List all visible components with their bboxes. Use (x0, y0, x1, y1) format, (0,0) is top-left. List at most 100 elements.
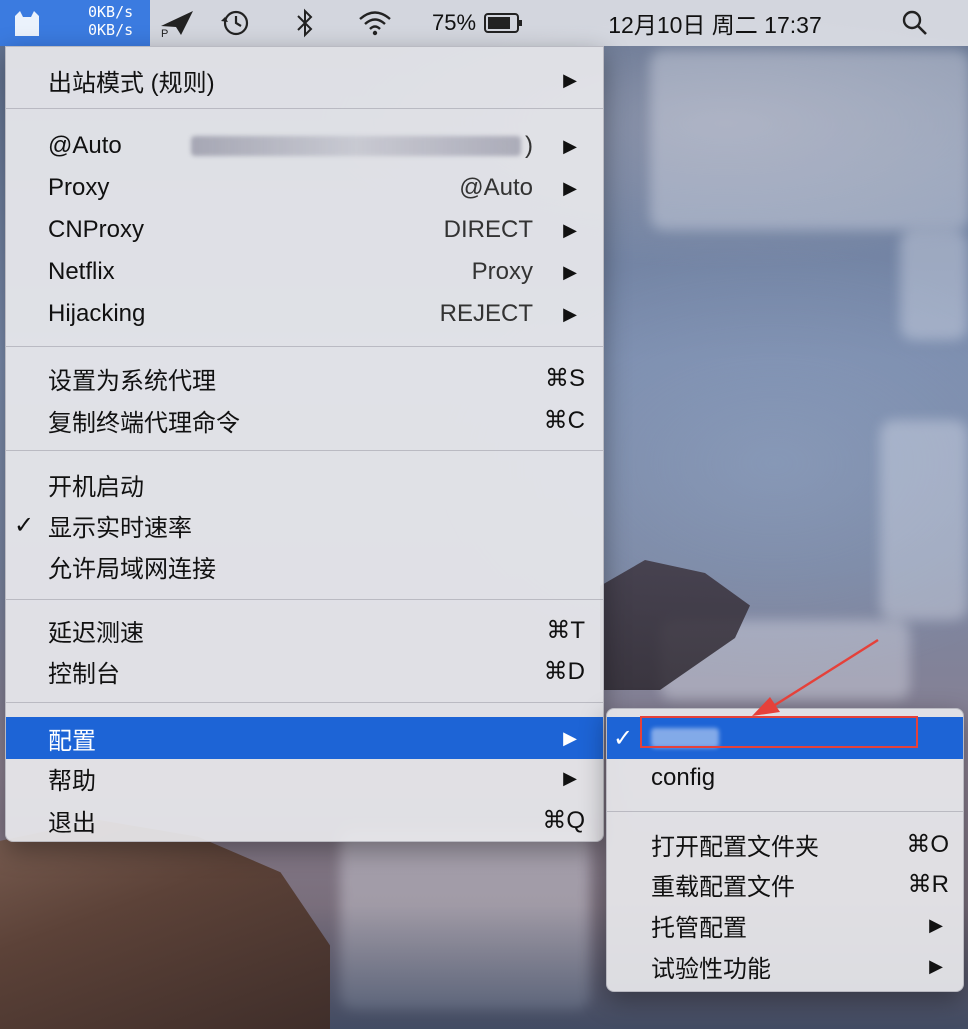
menu-separator (6, 346, 603, 347)
menu-item-group-hijacking[interactable]: Hijacking REJECT ▶ (6, 293, 603, 335)
download-speed: 0KB/s (88, 21, 134, 39)
group-selected-value: ) (191, 132, 533, 160)
menu-item-label: @Auto (48, 132, 122, 159)
menu-shortcut: ⌘S (544, 364, 585, 392)
menu-item-label: 延迟测速 (48, 619, 144, 647)
menu-shortcut: ⌘Q (542, 806, 585, 834)
clock[interactable]: 12月10日 周二 17:37 (560, 0, 870, 46)
menu-item-dashboard[interactable]: 控制台 ⌘D (6, 650, 603, 692)
battery-percent: 75% (431, 10, 477, 35)
clashx-menu: 出站模式 (规则) ▶ @Auto ) ▶ Proxy @Auto ▶ CNPr… (5, 46, 604, 842)
menu-item-label: 设置为系统代理 (48, 367, 216, 395)
menu-item-label: 出站模式 (规则) (48, 69, 215, 97)
group-selected-value: Proxy (471, 258, 533, 285)
submenu-arrow-icon: ▶ (929, 955, 943, 976)
menu-item-label: config (651, 764, 716, 791)
menu-item-label: Hijacking (48, 300, 146, 327)
background-window-blur (900, 230, 968, 340)
menu-item-group-cnproxy[interactable]: CNProxy DIRECT ▶ (6, 209, 603, 251)
menu-shortcut: ⌘O (906, 830, 949, 858)
menu-item-label: 退出 (48, 809, 96, 837)
menu-item-label: 试验性功能 (651, 955, 771, 983)
menu-item-label: CNProxy (48, 216, 145, 243)
menu-shortcut: ⌘D (543, 657, 585, 685)
wifi-status-item[interactable] (350, 0, 400, 46)
menu-item-label: 复制终端代理命令 (48, 409, 240, 437)
background-window-blur (880, 420, 968, 620)
spotlight-status-item[interactable] (890, 0, 940, 46)
menu-item-label: 帮助 (48, 767, 96, 795)
menu-separator (6, 450, 603, 451)
menu-item-show-speed[interactable]: ✓ 显示实时速率 (6, 504, 603, 546)
menu-shortcut: ⌘T (546, 616, 585, 644)
group-selected-value: DIRECT (443, 216, 533, 243)
submenu-item-config[interactable]: config (607, 757, 963, 799)
submenu-arrow-icon: ▶ (563, 69, 577, 90)
menu-item-label: 显示实时速率 (48, 514, 192, 542)
battery-status-item[interactable]: 75% (418, 0, 538, 46)
menu-item-copy-terminal-command[interactable]: 复制终端代理命令 ⌘C (6, 399, 603, 441)
submenu-arrow-icon: ▶ (563, 219, 577, 240)
menu-item-latency-test[interactable]: 延迟测速 ⌘T (6, 609, 603, 651)
clashx-cat-icon (15, 11, 39, 36)
submenu-arrow-icon: ▶ (563, 303, 577, 324)
auto-value-suffix: ) (525, 132, 533, 159)
submenu-item-open-config-folder[interactable]: 打开配置文件夹 ⌘O (607, 823, 963, 865)
menu-item-label: 控制台 (48, 660, 120, 688)
menu-separator (6, 599, 603, 600)
menu-item-quit[interactable]: 退出 ⌘Q (6, 799, 603, 841)
paper-plane-status-item[interactable]: P (152, 0, 202, 46)
time-machine-icon (221, 10, 249, 36)
menu-item-label: 打开配置文件夹 (651, 833, 819, 861)
time-machine-status-item[interactable] (215, 0, 255, 46)
submenu-arrow-icon: ▶ (563, 727, 577, 748)
group-selected-value: REJECT (439, 300, 533, 327)
paper-plane-icon: P (161, 11, 193, 38)
submenu-arrow-icon: ▶ (563, 135, 577, 156)
menu-item-set-system-proxy[interactable]: 设置为系统代理 ⌘S (6, 357, 603, 399)
annotation-highlight-box (640, 716, 918, 748)
checkmark-icon: ✓ (14, 511, 35, 539)
battery-icon (484, 13, 523, 33)
submenu-arrow-icon: ▶ (563, 767, 577, 788)
menu-item-group-proxy[interactable]: Proxy @Auto ▶ (6, 167, 603, 209)
checkmark-icon: ✓ (613, 724, 634, 752)
menu-item-label: 允许局域网连接 (48, 555, 216, 583)
search-icon (902, 10, 927, 35)
menu-shortcut: ⌘R (907, 870, 949, 898)
menu-separator (6, 108, 603, 109)
submenu-item-experimental[interactable]: 试验性功能 ▶ (607, 945, 963, 987)
submenu-arrow-icon: ▶ (563, 261, 577, 282)
group-selected-value: @Auto (459, 174, 533, 201)
menu-item-config[interactable]: 配置 ▶ (6, 717, 603, 759)
submenu-item-reload-config[interactable]: 重载配置文件 ⌘R (607, 863, 963, 905)
menu-item-start-at-login[interactable]: 开机启动 (6, 463, 603, 505)
svg-text:P: P (161, 28, 168, 38)
menu-separator (6, 702, 603, 703)
menu-item-outbound-mode[interactable]: 出站模式 (规则) ▶ (6, 59, 603, 101)
menu-shortcut: ⌘C (543, 406, 585, 434)
menu-item-allow-lan[interactable]: 允许局域网连接 (6, 545, 603, 587)
background-window-blur (650, 50, 968, 230)
config-submenu: ✓ config 打开配置文件夹 ⌘O 重载配置文件 ⌘R 托管配置 ▶ 试验性… (606, 708, 964, 992)
bluetooth-status-item[interactable] (285, 0, 325, 46)
wifi-icon (359, 11, 391, 36)
menu-item-label: 托管配置 (651, 914, 747, 942)
speed-readout: 0KB/s 0KB/s (88, 3, 133, 39)
menu-item-label: Netflix (48, 258, 115, 285)
menu-item-label: 开机启动 (48, 473, 144, 501)
blurred-proxy-name (191, 136, 521, 156)
menu-item-group-netflix[interactable]: Netflix Proxy ▶ (6, 251, 603, 293)
menu-item-label: 配置 (48, 727, 96, 755)
menu-bar: 0KB/s 0KB/s P 75% 12月10日 周二 17:37 (0, 0, 968, 46)
clashx-status-item[interactable]: 0KB/s 0KB/s (0, 0, 150, 46)
background-coastline (0, 820, 330, 1029)
submenu-item-managed-config[interactable]: 托管配置 ▶ (607, 904, 963, 946)
menu-item-label: 重载配置文件 (651, 873, 795, 901)
submenu-arrow-icon: ▶ (929, 914, 943, 935)
menu-item-help[interactable]: 帮助 ▶ (6, 757, 603, 799)
submenu-arrow-icon: ▶ (563, 177, 577, 198)
menu-separator (607, 811, 963, 812)
menu-item-group-auto[interactable]: @Auto ) ▶ (6, 125, 603, 167)
menu-item-label: Proxy (48, 174, 110, 201)
